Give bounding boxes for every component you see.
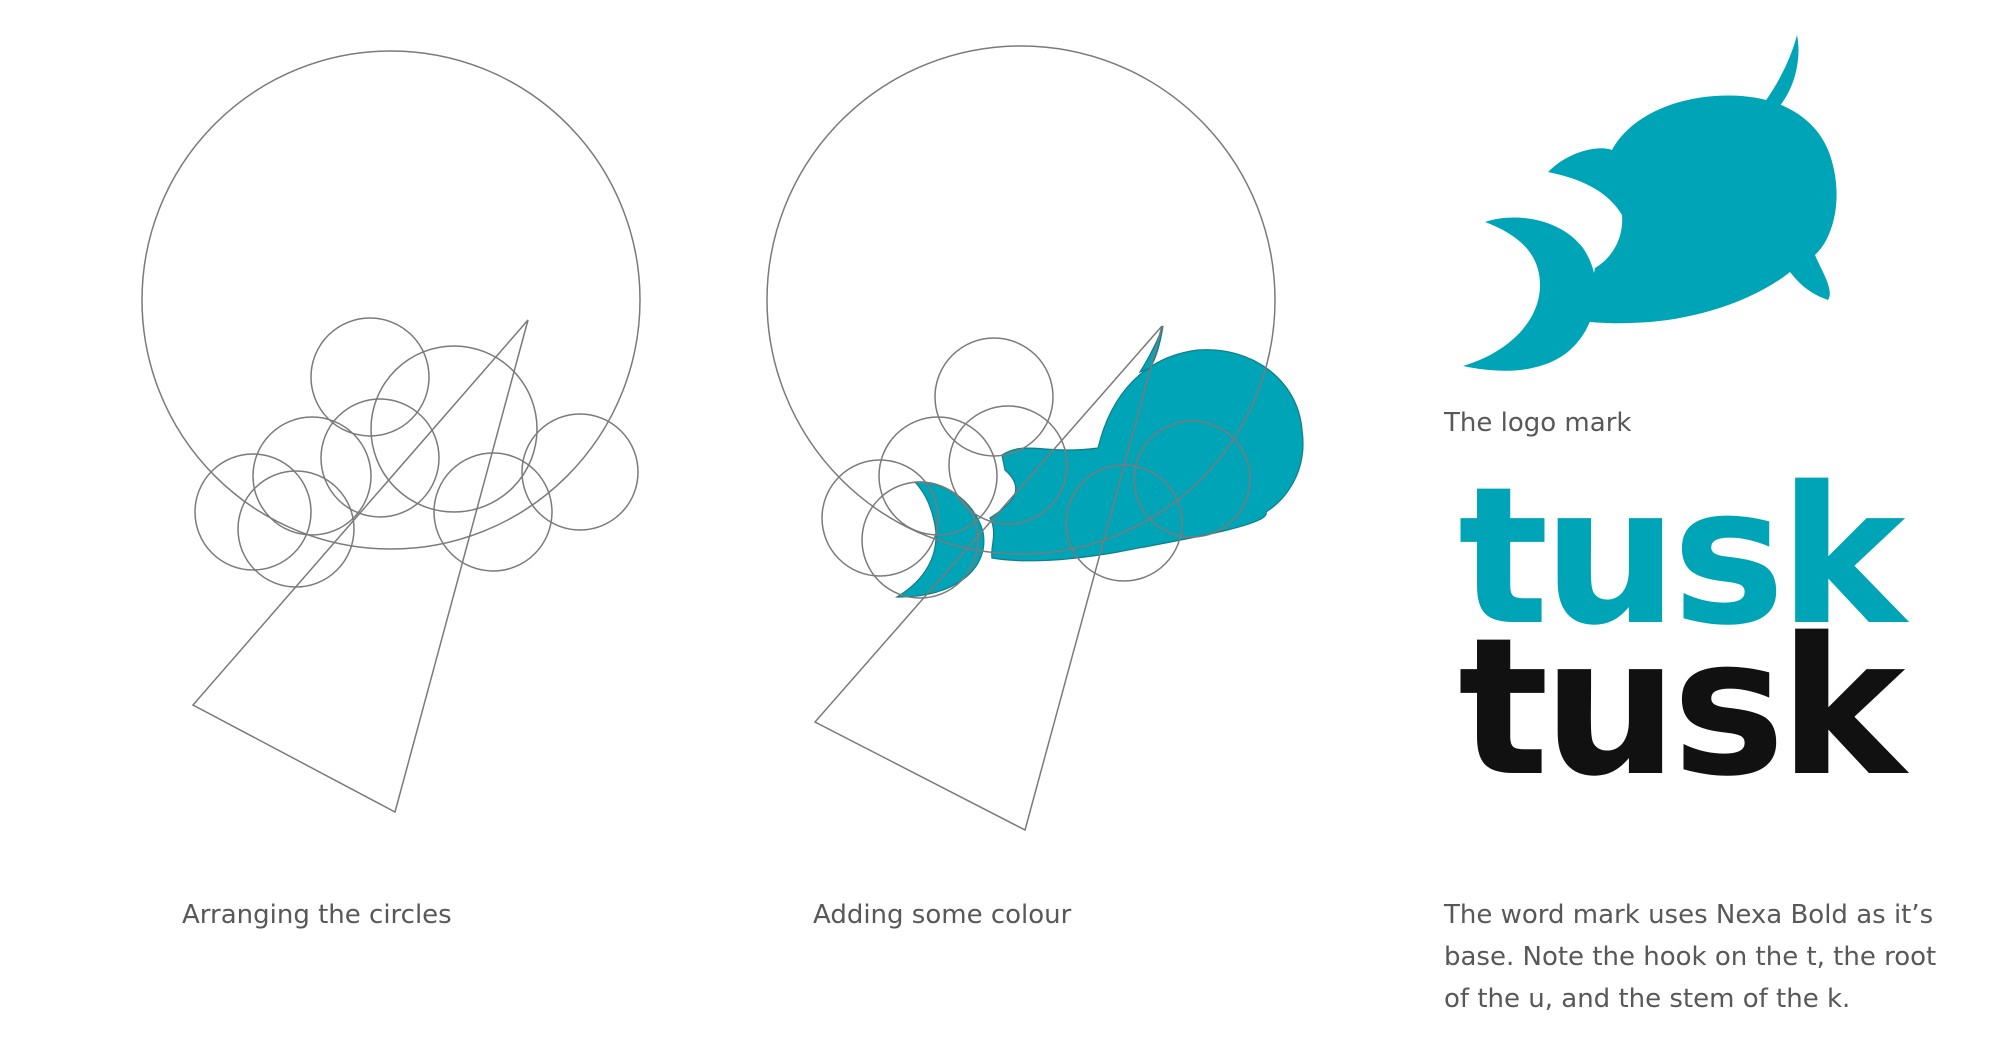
construction-triangle [191, 319, 529, 814]
logo-mark-caption: The logo mark [1444, 408, 1632, 438]
colour-caption: Adding some colour [813, 900, 1072, 930]
wordmark-caption: The word mark uses Nexa Bold as it’s bas… [1444, 900, 1937, 1014]
construction-circle [521, 413, 639, 531]
wordmark-black: tusk [1458, 597, 1906, 818]
narwhal-logo-icon [1463, 35, 1837, 371]
construction-big-circle [141, 50, 641, 550]
logo-tail [1463, 217, 1596, 371]
construction-triangle [813, 325, 1163, 832]
construction-circle [821, 459, 939, 577]
construction-circle [934, 337, 1054, 457]
construction-circle [320, 398, 440, 518]
construction-circle [310, 317, 430, 437]
construction-caption: Arranging the circles [182, 900, 452, 930]
construction-circle [370, 345, 538, 513]
